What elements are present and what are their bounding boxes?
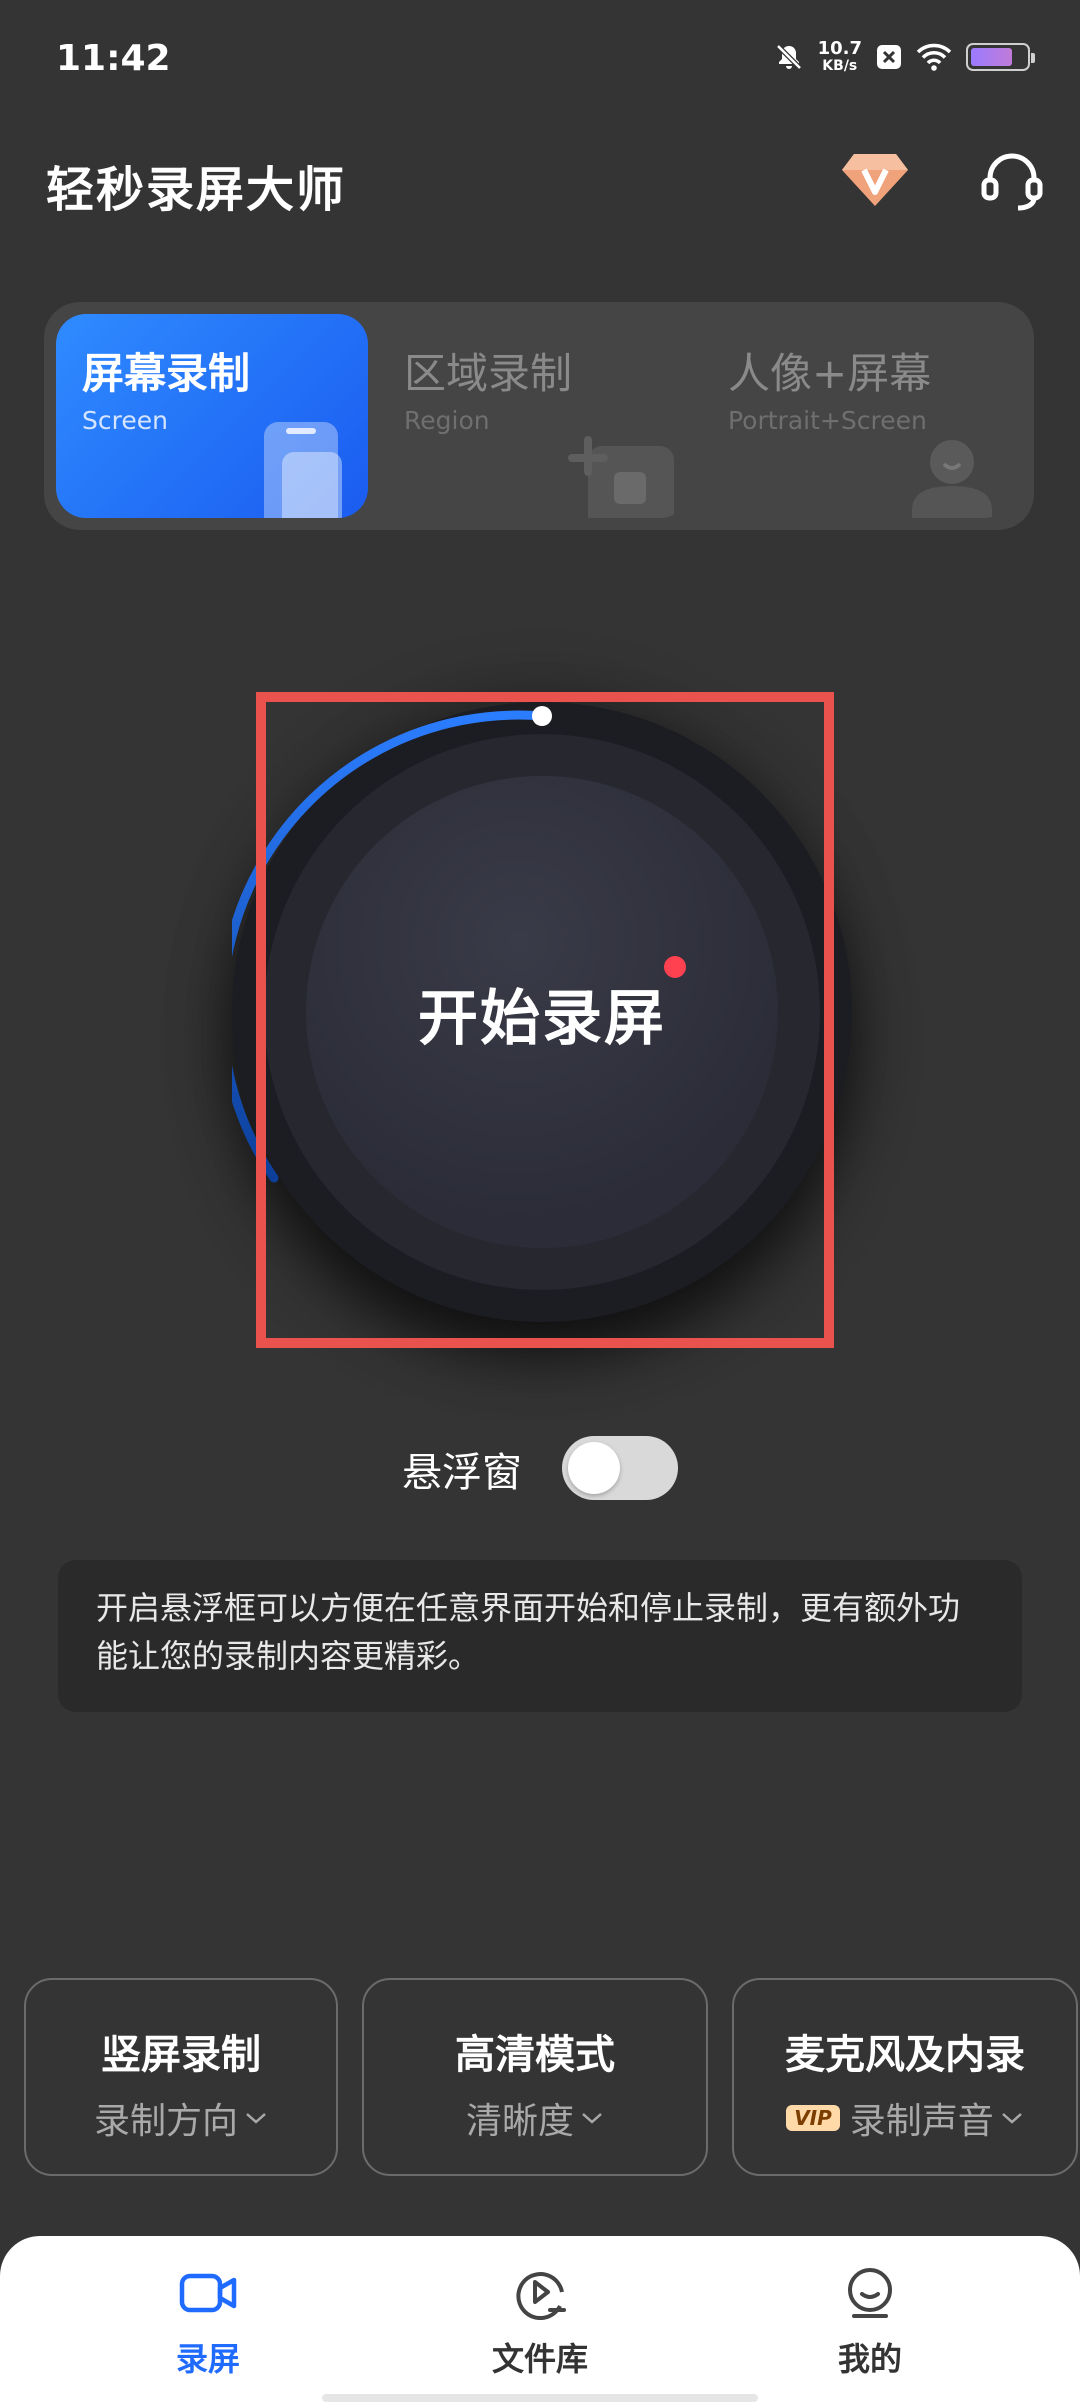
tab-portrait-subtitle: Portrait+Screen (728, 406, 927, 435)
network-speed: 10.7 KB/s (817, 38, 862, 75)
nav-files-label: 文件库 (491, 2340, 588, 2378)
float-window-label: 悬浮窗 (402, 1450, 522, 1496)
mute-bell-icon (775, 44, 802, 70)
audio-option[interactable]: 麦克风及内录 VIP 录制声音 (732, 1978, 1078, 2176)
float-window-toggle[interactable] (562, 1436, 678, 1500)
home-indicator (322, 2394, 758, 2402)
toggle-knob (568, 1442, 620, 1494)
tab-screen-subtitle: Screen (82, 406, 168, 435)
video-camera-icon (179, 2273, 237, 2313)
chevron-down-icon (246, 2113, 266, 2124)
region-crop-icon (568, 436, 674, 518)
orientation-subtitle: 录制方向 (93, 2101, 238, 2142)
chevron-down-icon (1001, 2113, 1022, 2124)
portrait-icon (912, 440, 992, 518)
orientation-title: 竖屏录制 (101, 2032, 261, 2078)
vip-badge: VIP (786, 2105, 840, 2131)
battery-icon (966, 43, 1035, 71)
nav-record-label: 录屏 (175, 2340, 240, 2378)
audio-subtitle: 录制声音 (849, 2101, 994, 2142)
quality-selector: 清晰度 (364, 2092, 706, 2144)
nav-profile-label: 我的 (837, 2340, 902, 2378)
chevron-down-icon (582, 2113, 602, 2124)
play-circle-icon (516, 2272, 566, 2320)
battery-level (971, 48, 1012, 66)
tab-screen-title: 屏幕录制 (82, 349, 251, 398)
app-title: 轻秒录屏大师 (46, 162, 347, 218)
close-box-icon (877, 45, 901, 69)
audio-selector: VIP 录制声音 (734, 2092, 1076, 2144)
tab-region-title: 区域录制 (404, 349, 573, 398)
nav-files[interactable]: 文件库 (440, 2264, 640, 2380)
tab-portrait-screen[interactable]: 人像+屏幕 Portrait+Screen (702, 314, 1014, 518)
nav-record[interactable]: 录屏 (108, 2264, 308, 2380)
phone-icon (264, 422, 342, 518)
tab-region-subtitle: Region (404, 406, 490, 435)
network-speed-value: 10.7 (817, 38, 862, 59)
tab-region[interactable]: 区域录制 Region (378, 314, 690, 518)
nav-profile[interactable]: 我的 (770, 2264, 970, 2380)
profile-icon (848, 2268, 892, 2318)
quality-option[interactable]: 高清模式 清晰度 (362, 1978, 708, 2176)
diamond-vip-icon[interactable] (842, 150, 908, 208)
wifi-icon (916, 43, 952, 71)
highlight-frame (256, 692, 834, 1348)
tab-portrait-title: 人像+屏幕 (728, 349, 932, 398)
status-time: 11:42 (56, 38, 171, 79)
tab-screen[interactable]: 屏幕录制 Screen (56, 314, 368, 518)
headset-icon[interactable] (980, 148, 1044, 212)
quality-subtitle: 清晰度 (465, 2101, 574, 2142)
quality-title: 高清模式 (455, 2032, 615, 2078)
float-window-description: 开启悬浮框可以方便在任意界面开始和停止录制，更有额外功能让您的录制内容更精彩。 (58, 1560, 1022, 1712)
bottom-nav: 录屏 文件库 我的 (0, 2236, 1080, 2408)
mode-tabs: 屏幕录制 Screen 区域录制 Region 人像+屏幕 Portrait+S… (44, 302, 1034, 530)
network-speed-unit: KB/s (822, 58, 858, 74)
orientation-selector: 录制方向 (26, 2092, 336, 2144)
orientation-option[interactable]: 竖屏录制 录制方向 (24, 1978, 338, 2176)
status-icons: 10.7 KB/s (774, 38, 1035, 75)
audio-title: 麦克风及内录 (785, 2032, 1025, 2078)
